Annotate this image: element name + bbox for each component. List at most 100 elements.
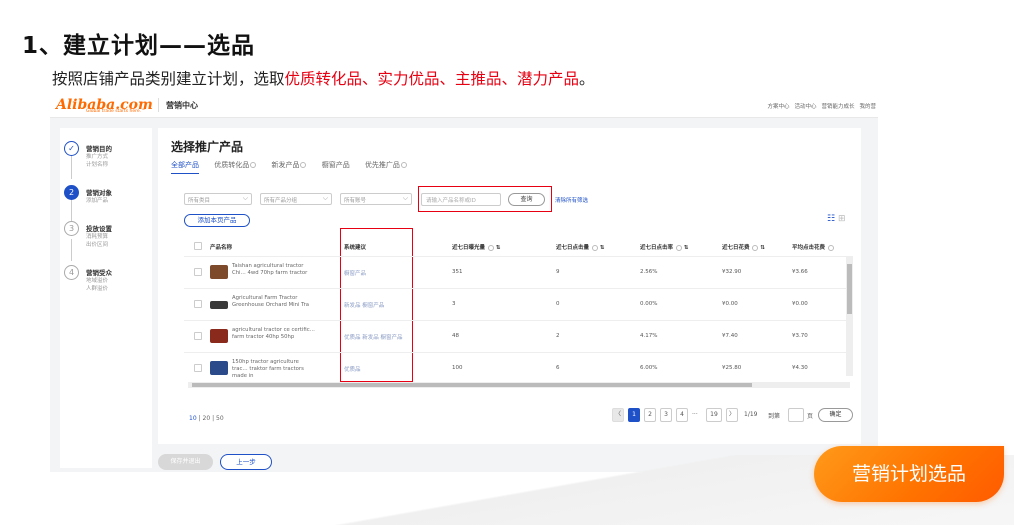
help-icon	[591, 244, 598, 251]
row-checkbox[interactable]	[194, 268, 202, 276]
tab-new[interactable]: 新发产品	[271, 161, 307, 169]
save-exit-button[interactable]: 保存并退出	[158, 454, 213, 470]
suggestion-tag: 优质品	[344, 367, 361, 373]
next-page-button[interactable]: 〉	[726, 408, 738, 422]
col-product-name: 产品名称	[210, 245, 233, 251]
step-sub: 人群溢价	[86, 286, 109, 292]
exposure-value: 100	[452, 365, 463, 371]
cost-value: ¥0.00	[722, 301, 738, 307]
list-view-icon[interactable]: ☷	[827, 214, 835, 224]
page-input[interactable]	[788, 408, 804, 422]
avg-cost-value: ¥3.66	[792, 269, 808, 275]
row-checkbox[interactable]	[194, 300, 202, 308]
cost-value: ¥32.90	[722, 269, 742, 275]
product-name[interactable]: Taishan agricultural tractor Chi… 4wd 70…	[232, 263, 316, 277]
chevron-down-icon: ⌵	[322, 194, 328, 202]
step-purpose[interactable]: ✓ 营销目的 推广方式 计划名称	[64, 141, 152, 191]
help-icon	[752, 244, 759, 251]
table-row[interactable]: Taishan agricultural tractor Chi… 4wd 70…	[184, 256, 850, 286]
top-link-activity[interactable]: 活动中心	[794, 104, 816, 110]
confirm-page-button[interactable]: 确定	[818, 408, 853, 422]
description-suffix: 。	[579, 70, 595, 88]
tab-all[interactable]: 全部产品	[171, 161, 199, 174]
page-19-button[interactable]: 19	[706, 408, 722, 422]
top-link-growth[interactable]: 营销能力成长	[821, 104, 854, 110]
prev-page-button[interactable]: 〈	[612, 408, 624, 422]
step-sub: 消耗预算	[86, 234, 109, 240]
tab-priority[interactable]: 优先推广品	[365, 161, 407, 169]
tab-showcase[interactable]: 橱窗产品	[322, 161, 350, 169]
group-select[interactable]: 所有产品分组 ⌵	[260, 193, 332, 205]
scroll-thumb[interactable]	[847, 264, 852, 314]
help-icon	[400, 162, 407, 168]
clear-filters-link[interactable]: 清除所有筛选	[555, 196, 588, 204]
product-name[interactable]: 150hp tractor agriculture trac… traktor …	[232, 359, 316, 380]
ctr-value: 4.17%	[640, 333, 658, 339]
page-heading: 1、建立计划——选品	[22, 33, 256, 59]
description-highlight: 优质转化品、实力优品、主推品、潜力产品	[284, 70, 580, 88]
table-header: 产品名称 系统建议 近七日曝光量 ⇅ 近七日点击量 ⇅ 近七日点击率 ⇅ 近七日…	[184, 236, 850, 256]
add-page-products-button[interactable]: 添加本页产品	[184, 214, 250, 227]
page-2-button[interactable]: 2	[644, 408, 656, 422]
top-bar: Alibaba.com Global trade starts here.™ 营…	[50, 94, 878, 118]
table-row[interactable]: 150hp tractor agriculture trac… traktor …	[184, 352, 850, 382]
help-icon	[827, 244, 834, 251]
product-name[interactable]: agricultural tractor ce certific… farm t…	[232, 327, 316, 341]
col-avg-cost[interactable]: 平均点击花费	[792, 243, 834, 251]
view-toggle[interactable]: ☷ ⊞	[827, 214, 846, 224]
goto-label: 到第	[768, 413, 781, 420]
clicks-value: 0	[556, 301, 560, 307]
product-thumbnail	[210, 329, 228, 343]
table-row[interactable]: Agricultural Farm Tractor Greenhouse Orc…	[184, 288, 850, 318]
page-size-50[interactable]: 50	[216, 415, 224, 422]
logo-slogan: Global trade starts here.™	[86, 109, 146, 114]
horizontal-scrollbar[interactable]	[188, 382, 850, 388]
col-ctr[interactable]: 近七日点击率 ⇅	[640, 243, 688, 251]
col-suggestion: 系统建议	[344, 245, 367, 251]
account-select[interactable]: 所有账号 ⌵	[340, 193, 412, 205]
page-1-button[interactable]: 1	[628, 408, 640, 422]
page-size-20[interactable]: 20	[203, 415, 211, 422]
scroll-thumb[interactable]	[192, 383, 752, 387]
top-links: 方案中心 活动中心 营销能力成长 我的营	[762, 102, 876, 110]
description: 按照店铺产品类别建立计划，选取优质转化品、实力优品、主推品、潜力产品。	[52, 67, 595, 89]
vertical-scrollbar[interactable]	[846, 256, 853, 376]
step-sidebar: ✓ 营销目的 推广方式 计划名称 2 营销对象 添加产品 3 投放设置 消耗预算…	[60, 128, 152, 468]
help-icon	[250, 162, 257, 168]
table-row[interactable]: agricultural tractor ce certific… farm t…	[184, 320, 850, 350]
row-checkbox[interactable]	[194, 364, 202, 372]
col-exposure[interactable]: 近七日曝光量 ⇅	[452, 243, 500, 251]
step-audience[interactable]: 4 营销受众 地域溢价 人群溢价	[64, 265, 152, 315]
section-badge: 营销计划选品	[814, 446, 1004, 502]
col-clicks[interactable]: 近七日点击量 ⇅	[556, 243, 604, 251]
page-3-button[interactable]: 3	[660, 408, 672, 422]
category-select[interactable]: 所有类目 ⌵	[184, 193, 252, 205]
top-link-plan[interactable]: 方案中心	[767, 104, 789, 110]
row-checkbox[interactable]	[194, 332, 202, 340]
search-button[interactable]: 查询	[508, 193, 545, 206]
top-link-my[interactable]: 我的营	[859, 104, 876, 110]
grid-view-icon[interactable]: ⊞	[838, 214, 846, 224]
main-panel: 选择推广产品 全部产品 优质转化品 新发产品 橱窗产品 优先推广品 所有类目 ⌵ …	[158, 128, 861, 444]
suggestion-tags: 优质品 新发品 橱窗产品	[344, 335, 403, 341]
step-number: 4	[64, 265, 79, 280]
step-delivery[interactable]: 3 投放设置 消耗预算 出价区间	[64, 221, 152, 271]
cost-value: ¥25.80	[722, 365, 742, 371]
product-name[interactable]: Agricultural Farm Tractor Greenhouse Orc…	[232, 295, 316, 309]
search-input[interactable]: 请输入产品名称或ID	[421, 193, 501, 206]
help-icon	[300, 162, 307, 168]
select-all-checkbox[interactable]	[194, 242, 202, 250]
sort-icon: ⇅	[760, 245, 765, 251]
product-thumbnail	[210, 361, 228, 375]
panel-title: 选择推广产品	[171, 140, 244, 154]
tab-quality[interactable]: 优质转化品	[214, 161, 257, 169]
check-icon: ✓	[64, 141, 79, 156]
clicks-value: 9	[556, 269, 560, 275]
step-sub: 推广方式	[86, 154, 109, 160]
page-size-10[interactable]: 10	[189, 415, 197, 422]
pagination-ellipsis: ···	[692, 411, 698, 418]
col-cost[interactable]: 近七日花费 ⇅	[722, 243, 765, 251]
step-sub: 地域溢价	[86, 278, 109, 284]
page-4-button[interactable]: 4	[676, 408, 688, 422]
product-thumbnail	[210, 301, 228, 309]
